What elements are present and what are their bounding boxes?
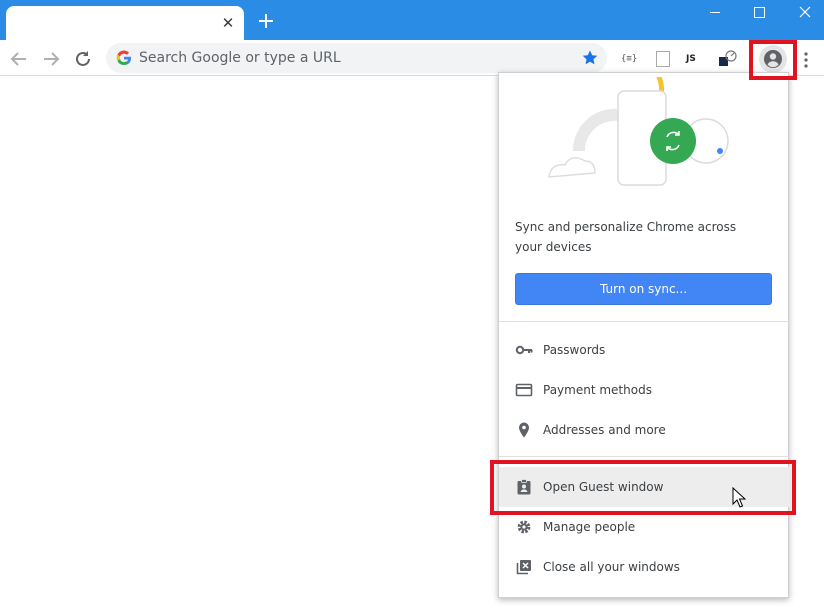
maximize-button[interactable] <box>736 0 782 26</box>
browser-tab[interactable]: ✕ <box>6 6 244 40</box>
profile-button-highlight <box>749 40 797 80</box>
toolbar: {≡} JS <box>0 40 824 76</box>
javascript-extension-icon[interactable]: JS <box>686 50 706 68</box>
menu-item-label: Payment methods <box>543 383 652 397</box>
location-pin-icon <box>519 422 529 438</box>
turn-on-sync-button[interactable]: Turn on sync... <box>515 273 772 305</box>
mouse-cursor-icon <box>732 487 746 508</box>
menu-item-label: Passwords <box>543 343 606 357</box>
gear-icon <box>517 520 531 534</box>
menu-item-close-all-windows[interactable]: Close all your windows <box>499 547 790 587</box>
credit-card-icon <box>515 383 533 397</box>
menu-item-label: Addresses and more <box>543 423 666 437</box>
omnibox[interactable] <box>106 43 607 73</box>
minimize-button[interactable] <box>692 0 738 26</box>
menu-divider <box>499 456 790 457</box>
reload-button[interactable] <box>72 48 94 70</box>
json-viewer-extension-icon[interactable]: {≡} <box>621 50 641 68</box>
blank-page-extension-icon[interactable] <box>656 51 670 67</box>
menu-item-label: Close all your windows <box>543 560 680 574</box>
key-icon <box>515 345 533 355</box>
search-input[interactable] <box>139 43 559 73</box>
close-windows-icon <box>516 560 531 575</box>
title-bar: ✕ <box>0 0 824 40</box>
forward-button[interactable] <box>40 48 62 70</box>
menu-item-payment-methods[interactable]: Payment methods <box>499 370 790 410</box>
profile-menu: Sync and personalize Chrome across your … <box>498 72 790 598</box>
more-menu-icon[interactable] <box>800 50 812 70</box>
guest-window-highlight <box>490 460 796 515</box>
tab-close-button[interactable]: ✕ <box>220 15 236 31</box>
sync-description: Sync and personalize Chrome across your … <box>515 220 737 254</box>
new-tab-button[interactable] <box>254 9 278 33</box>
menu-item-addresses[interactable]: Addresses and more <box>499 410 790 450</box>
menu-item-passwords[interactable]: Passwords <box>499 330 790 370</box>
speed-gauge-extension-icon[interactable] <box>718 50 738 68</box>
bookmark-star-icon[interactable] <box>581 49 599 67</box>
menu-divider <box>499 321 790 322</box>
sync-illustration <box>548 77 729 186</box>
google-g-icon <box>116 50 132 66</box>
close-window-button[interactable] <box>782 0 824 26</box>
back-button[interactable] <box>8 48 30 70</box>
